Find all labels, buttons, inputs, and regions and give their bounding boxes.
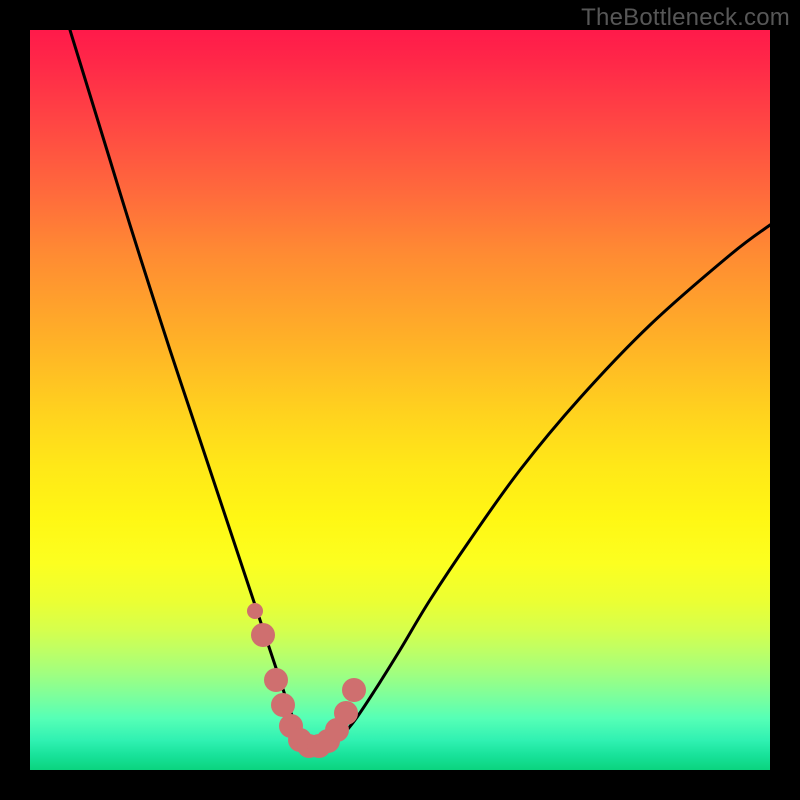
curve-svg: [30, 30, 770, 770]
highlight-dot: [334, 701, 358, 725]
highlight-dot: [342, 678, 366, 702]
highlight-dot: [251, 623, 275, 647]
highlight-dot: [271, 693, 295, 717]
plot-area: [30, 30, 770, 770]
highlight-markers: [247, 603, 366, 758]
highlight-dot: [264, 668, 288, 692]
highlight-dot-isolated: [247, 603, 263, 619]
watermark-text: TheBottleneck.com: [581, 4, 790, 32]
chart-frame: TheBottleneck.com: [0, 0, 800, 800]
bottleneck-curve: [70, 30, 770, 750]
